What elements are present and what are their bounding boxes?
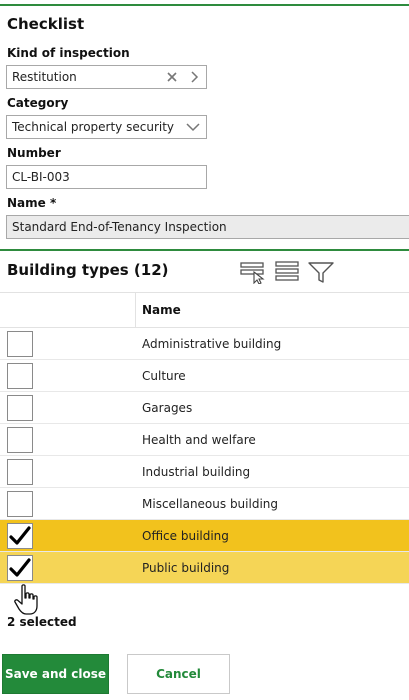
save-and-close-button[interactable]: Save and close [2,654,109,694]
row-checkbox[interactable] [7,363,33,389]
list-icon[interactable] [274,259,300,285]
checkmark-icon [9,526,31,545]
row-checkbox[interactable] [7,395,33,421]
chevron-down-icon[interactable] [183,116,203,138]
cancel-button[interactable]: Cancel [127,654,230,694]
table-row[interactable]: Garages [0,392,409,424]
category-select[interactable]: Technical property security [6,115,207,139]
section-divider [0,249,409,251]
clear-icon[interactable] [162,66,182,88]
name-value: Standard End-of-Tenancy Inspection [12,220,227,234]
section-title: Checklist [7,15,85,33]
row-checkbox-checked[interactable] [7,555,33,581]
table-row[interactable]: Industrial building [0,456,409,488]
chevron-right-icon[interactable] [185,66,203,88]
checkmark-icon [9,558,31,577]
table-row[interactable]: Culture [0,360,409,392]
building-type-name: Health and welfare [142,433,256,447]
table-row[interactable]: Administrative building [0,328,409,360]
number-label: Number [7,146,61,160]
building-type-name: Garages [142,401,193,415]
category-label: Category [7,96,69,110]
filter-icon[interactable] [308,259,334,285]
row-checkbox[interactable] [7,459,33,485]
table-row[interactable]: Health and welfare [0,424,409,456]
kind-of-inspection-value: Restitution [12,70,77,84]
building-type-name: Administrative building [142,337,282,351]
building-type-name: Industrial building [142,465,251,479]
name-input[interactable]: Standard End-of-Tenancy Inspection [6,215,409,239]
number-value: CL-BI-003 [12,170,70,184]
building-type-name: Culture [142,369,186,383]
category-value: Technical property security [12,120,175,134]
building-type-name: Office building [142,529,229,543]
column-separator [135,293,136,328]
grid-header: Name [0,292,409,328]
row-checkbox[interactable] [7,491,33,517]
top-divider [0,4,409,6]
kind-of-inspection-label: Kind of inspection [7,46,130,60]
row-checkbox[interactable] [7,331,33,357]
table-row[interactable]: Miscellaneous building [0,488,409,520]
selected-count: 2 selected [7,615,77,629]
table-row-selected[interactable]: Public building [0,552,409,584]
table-row-selected[interactable]: Office building [0,520,409,552]
row-checkbox-checked[interactable] [7,523,33,549]
name-column-header[interactable]: Name [142,293,181,328]
hand-cursor-icon [13,583,43,617]
name-label: Name * [7,196,57,210]
row-checkbox[interactable] [7,427,33,453]
number-input[interactable]: CL-BI-003 [6,165,207,189]
select-rows-icon[interactable] [240,259,266,285]
kind-of-inspection-field[interactable]: Restitution [6,65,207,89]
building-type-name: Public building [142,561,230,575]
building-types-grid: Name Administrative building Culture Gar… [0,292,409,584]
building-types-title: Building types (12) [7,261,169,279]
building-type-name: Miscellaneous building [142,497,279,511]
